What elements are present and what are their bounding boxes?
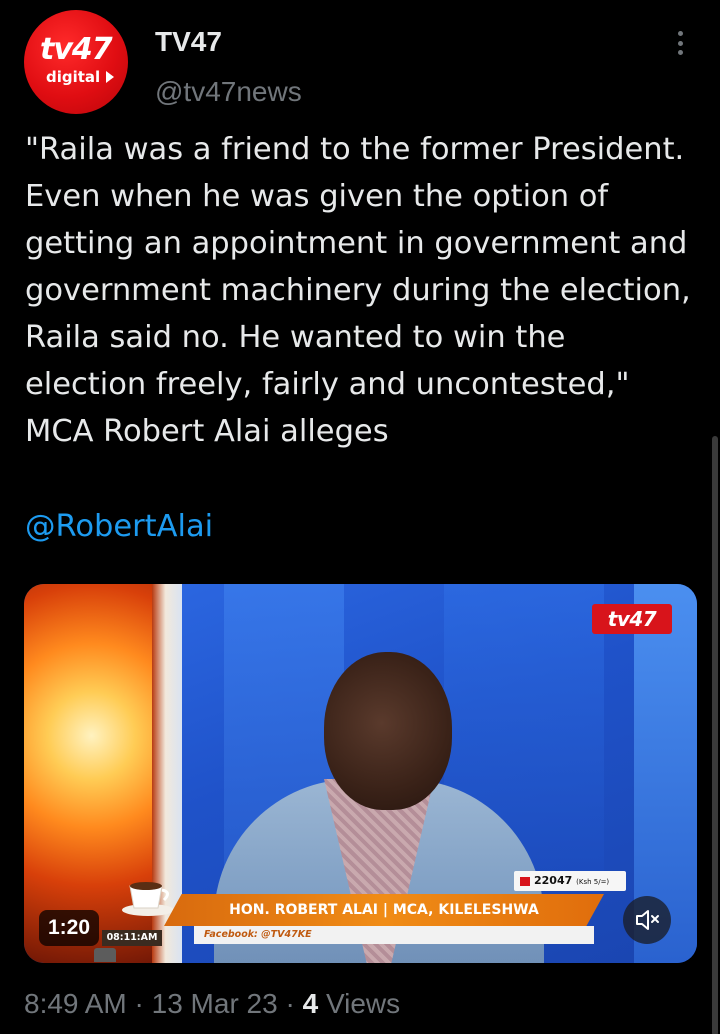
avatar[interactable]: tv47 digital [24, 10, 128, 114]
meta-separator: · [134, 988, 144, 1019]
video-duration: 1:20 [39, 910, 99, 946]
author-display-name[interactable]: TV47 [155, 26, 222, 58]
menu-lines-icon [94, 948, 116, 962]
more-dot [677, 50, 683, 55]
scrollbar[interactable] [712, 436, 718, 1034]
views-count[interactable]: 4 [303, 988, 319, 1019]
avatar-logo-subtext: digital [46, 68, 101, 86]
ticker-value: 22047 [534, 874, 573, 887]
lower-third-subline: Facebook: @TV47KE [194, 926, 594, 944]
tweet-time[interactable]: 8:49 AM [24, 988, 127, 1019]
more-options-icon[interactable] [668, 28, 692, 58]
avatar-logo-text: tv47 [40, 32, 113, 67]
mention-link[interactable]: @RobertAlai [25, 503, 213, 550]
play-triangle-icon [106, 71, 114, 83]
lower-third-banner: HON. ROBERT ALAI | MCA, KILELESHWA [164, 894, 604, 926]
coffee-cup-icon [122, 882, 174, 916]
sms-flag-icon [520, 876, 530, 886]
ticker-badge: 22047 (Ksh 5/=) [514, 871, 626, 891]
speaker-muted-glyph [636, 910, 659, 930]
tweet-page: tv47 digital TV47 @tv47news "Raila was a… [0, 0, 720, 1034]
meta-separator: · [285, 988, 295, 1019]
video-player[interactable]: tv47 22047 (Ksh 5/=) HON. ROBERT ALAI | … [24, 584, 697, 963]
author-handle[interactable]: @tv47news [155, 76, 302, 108]
tweet-meta: 8:49 AM · 13 Mar 23 · 4 Views [24, 988, 400, 1020]
channel-logo: tv47 [592, 604, 672, 634]
tweet-text: "Raila was a friend to the former Presid… [25, 132, 691, 449]
more-dot [677, 31, 683, 36]
tweet-date[interactable]: 13 Mar 23 [152, 988, 278, 1019]
speaker-muted-icon[interactable] [623, 896, 671, 944]
speaker-head [324, 652, 452, 810]
views-label[interactable]: Views [326, 988, 400, 1019]
broadcast-clock: 08:11:AM [102, 930, 162, 946]
more-dot [677, 40, 683, 46]
ticker-unit: (Ksh 5/=) [576, 878, 610, 886]
